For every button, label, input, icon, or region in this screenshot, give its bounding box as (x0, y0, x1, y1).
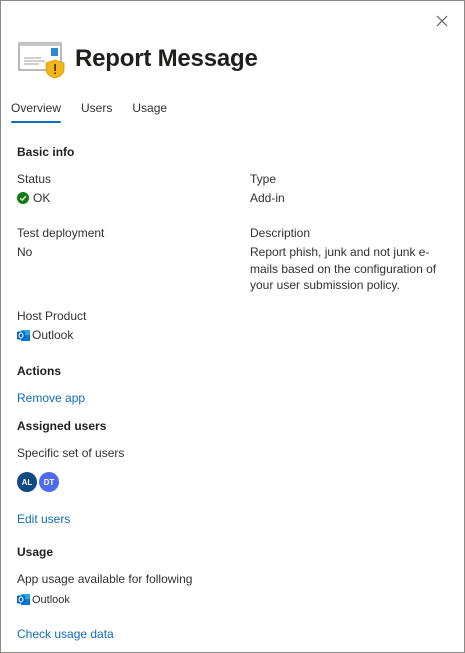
close-icon (436, 15, 448, 27)
description-value: Report phish, junk and not junk e-mails … (250, 245, 437, 292)
page-title: Report Message (75, 45, 258, 72)
tab-usage[interactable]: Usage (132, 99, 167, 123)
close-button[interactable] (430, 9, 454, 33)
type-value: Add-in (250, 191, 285, 205)
avatar[interactable]: AL (17, 472, 37, 492)
description-label: Description (250, 226, 311, 240)
report-message-envelope-icon (18, 42, 65, 79)
host-product-label: Host Product (17, 309, 87, 323)
host-product-value: Outlook (32, 328, 74, 342)
type-label: Type (250, 172, 277, 186)
avatar[interactable]: DT (39, 472, 59, 492)
panel-header: Report Message (17, 39, 258, 79)
test-deployment-label: Test deployment (17, 226, 105, 240)
usage-description: App usage available for following (17, 572, 193, 586)
outlook-icon (17, 594, 30, 605)
tab-users[interactable]: Users (81, 99, 112, 123)
status-value: OK (33, 191, 51, 205)
outlook-icon (17, 329, 30, 341)
status-value-row: OK (17, 191, 50, 205)
actions-heading: Actions (17, 364, 62, 378)
host-product-row: Outlook (17, 328, 73, 342)
remove-app-link[interactable]: Remove app (17, 391, 85, 405)
status-label: Status (17, 172, 52, 186)
basic-info-heading: Basic info (17, 145, 75, 159)
check-usage-data-link[interactable]: Check usage data (17, 627, 114, 641)
assigned-users-heading: Assigned users (17, 419, 107, 433)
tab-list: Overview Users Usage (11, 99, 187, 123)
avatar-list: AL DT (17, 472, 61, 492)
tab-overview[interactable]: Overview (11, 99, 62, 123)
assigned-users-scope: Specific set of users (17, 446, 125, 460)
ok-check-icon (17, 192, 29, 204)
usage-heading: Usage (17, 545, 54, 559)
test-deployment-value: No (17, 245, 33, 259)
edit-users-link[interactable]: Edit users (17, 512, 70, 526)
usage-product-row: Outlook (17, 593, 70, 606)
usage-product-value: Outlook (32, 593, 70, 606)
app-details-panel: Report Message Overview Users Usage Basi… (0, 0, 465, 653)
